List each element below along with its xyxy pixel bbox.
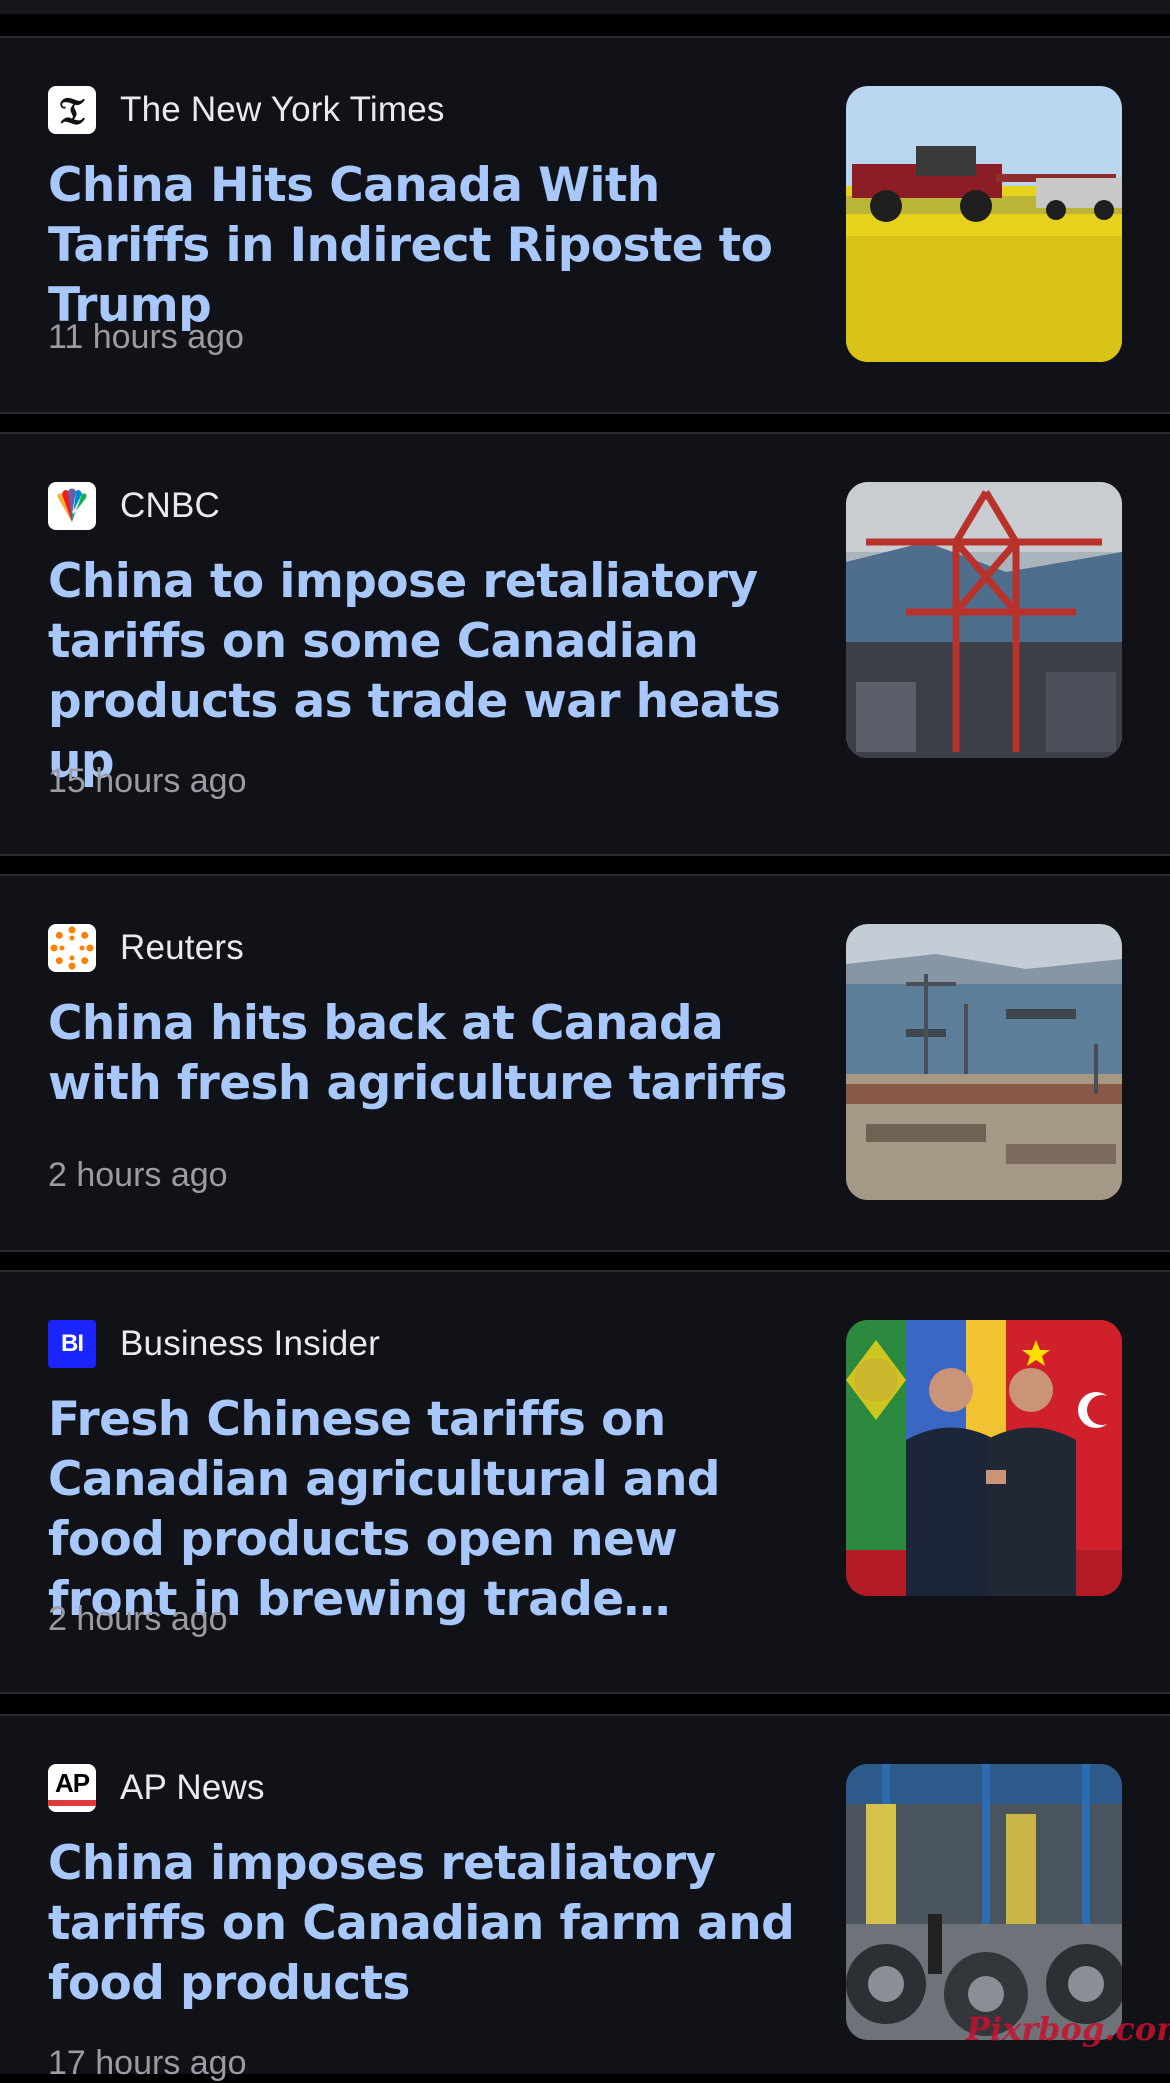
ap-logo-bar: [48, 1800, 96, 1806]
news-card-reuters[interactable]: Reuters China hits back at Canada with f…: [0, 874, 1170, 1252]
source-row: Reuters: [48, 924, 244, 972]
source-name[interactable]: AP News: [120, 1768, 265, 1808]
article-thumbnail[interactable]: [846, 1764, 1122, 2040]
article-thumbnail[interactable]: [846, 86, 1122, 362]
article-headline[interactable]: Fresh Chinese tariffs on Canadian agricu…: [48, 1390, 808, 1630]
ap-logo-icon: AP: [48, 1764, 96, 1812]
article-timestamp: 2 hours ago: [48, 1600, 228, 1638]
cnbc-peacock-logo-icon: [48, 482, 96, 530]
source-name[interactable]: Business Insider: [120, 1324, 380, 1364]
nyt-logo-icon: 𝔗: [48, 86, 96, 134]
source-name[interactable]: Reuters: [120, 928, 244, 968]
svg-text:𝔗: 𝔗: [59, 88, 85, 133]
watermark-text: Pixrbog.com: [966, 2010, 1170, 2048]
business-insider-logo-text: BI: [61, 1330, 84, 1357]
article-thumbnail[interactable]: [846, 482, 1122, 758]
article-headline[interactable]: China Hits Canada With Tariffs in Indire…: [48, 156, 808, 336]
source-name[interactable]: The New York Times: [120, 90, 445, 130]
article-timestamp: 11 hours ago: [48, 318, 244, 356]
ap-logo-text: AP: [54, 1768, 90, 1798]
news-card-cnbc[interactable]: CNBC China to impose retaliatory tariffs…: [0, 432, 1170, 856]
reuters-logo-icon: [48, 924, 96, 972]
source-row: AP AP News: [48, 1764, 265, 1812]
article-headline[interactable]: China hits back at Canada with fresh agr…: [48, 994, 808, 1114]
source-row: 𝔗 The New York Times: [48, 86, 445, 134]
article-thumbnail[interactable]: [846, 1320, 1122, 1596]
article-timestamp: 2 hours ago: [48, 1156, 228, 1194]
news-card-nyt[interactable]: 𝔗 The New York Times China Hits Canada W…: [0, 36, 1170, 414]
article-timestamp: 17 hours ago: [48, 2044, 247, 2082]
source-row: BI Business Insider: [48, 1320, 380, 1368]
source-name[interactable]: CNBC: [120, 486, 220, 526]
article-thumbnail[interactable]: [846, 924, 1122, 1200]
news-card-business-insider[interactable]: BI Business Insider Fresh Chinese tariff…: [0, 1270, 1170, 1694]
article-headline[interactable]: China imposes retaliatory tariffs on Can…: [48, 1834, 808, 2014]
article-timestamp: 15 hours ago: [48, 762, 247, 800]
source-row: CNBC: [48, 482, 220, 530]
article-headline[interactable]: China to impose retaliatory tariffs on s…: [48, 552, 808, 792]
top-divider: [0, 0, 1170, 14]
business-insider-logo-icon: BI: [48, 1320, 96, 1368]
